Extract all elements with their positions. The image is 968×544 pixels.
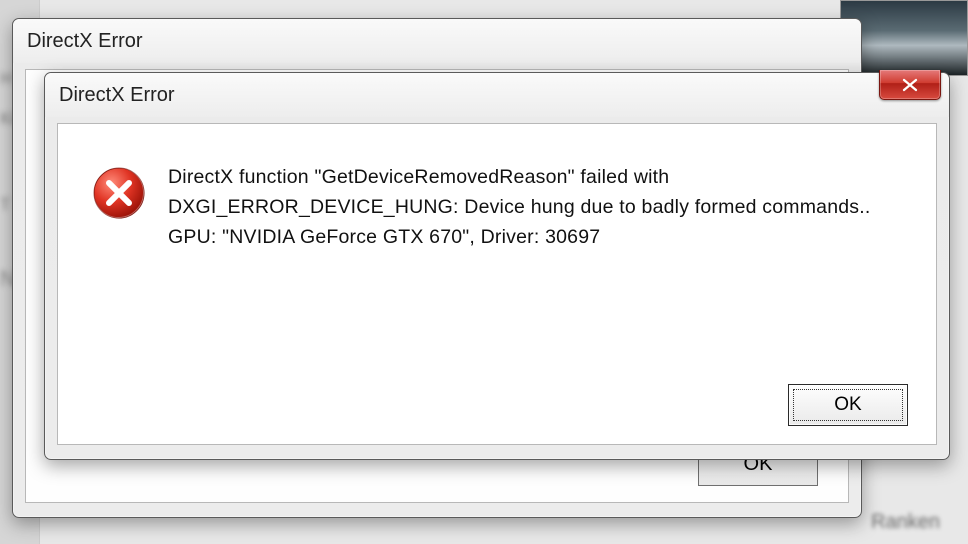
content-row: DirectX function "GetDeviceRemovedReason… xyxy=(58,124,936,253)
titlebar-back[interactable]: DirectX Error xyxy=(13,19,861,63)
directx-error-dialog: DirectX Error DirectX function xyxy=(44,72,950,460)
client-area: DirectX function "GetDeviceRemovedReason… xyxy=(57,123,937,445)
bg-ranken-text: Ranken xyxy=(871,511,940,534)
error-message: DirectX function "GetDeviceRemovedReason… xyxy=(168,162,902,253)
close-button[interactable] xyxy=(879,70,941,100)
bg-text: н xyxy=(0,64,12,90)
bg-text: т xyxy=(0,190,10,216)
button-bar: OK xyxy=(788,384,908,426)
error-icon xyxy=(92,166,146,220)
window-title-back: DirectX Error xyxy=(27,30,143,53)
ok-button[interactable]: OK xyxy=(788,384,908,426)
window-title: DirectX Error xyxy=(59,84,175,107)
close-icon xyxy=(900,78,920,92)
titlebar[interactable]: DirectX Error xyxy=(45,73,949,117)
